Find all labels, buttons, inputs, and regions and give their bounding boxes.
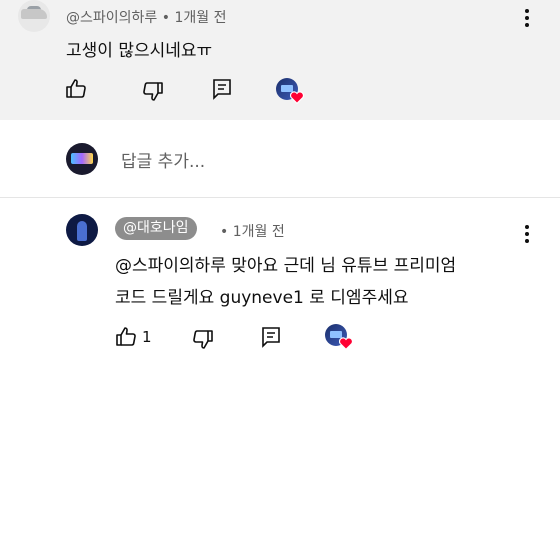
more-options-icon[interactable] (515, 6, 539, 30)
creator-heart-icon (290, 91, 304, 104)
creator-heart-avatar (276, 78, 304, 104)
reply-more-options-icon[interactable] (515, 222, 539, 246)
top-comment-meta: @스파이의하루 • 1개월 전 (66, 10, 227, 26)
reply-author-avatar[interactable] (66, 214, 98, 246)
reply-like-count: 1 (142, 328, 152, 346)
reply-meta: • 1개월 전 (220, 224, 285, 240)
reply-input[interactable]: 답글 추가... (121, 147, 205, 172)
top-comment-time: 1개월 전 (174, 10, 227, 26)
car-icon (21, 9, 47, 19)
reply-reply-comment-icon[interactable] (259, 325, 283, 349)
divider (0, 197, 560, 198)
thumb-up-icon[interactable] (64, 77, 88, 101)
reply-thumb-down-icon[interactable] (191, 327, 215, 351)
current-user-avatar (66, 143, 98, 175)
game-icon (71, 153, 93, 164)
reply-author-handle[interactable]: @대호나임 (115, 217, 197, 240)
person-icon (77, 221, 87, 241)
top-comment: @스파이의하루 • 1개월 전 고생이 많으시네요ㅠ (0, 0, 560, 120)
reply-thumb-up-icon[interactable] (114, 325, 138, 349)
top-comment-avatar[interactable] (18, 0, 50, 32)
reply-comment-icon[interactable] (210, 77, 234, 101)
reply-text-line-2: 코드 드릴게요 guyneve1 로 디엠주세요 (115, 288, 409, 308)
reply-time: 1개월 전 (232, 224, 285, 240)
thumb-down-icon[interactable] (141, 79, 165, 103)
top-comment-author[interactable]: @스파이의하루 (66, 10, 157, 26)
reply-creator-heart-icon (339, 337, 353, 350)
reply-text-line-1: @스파이의하루 맞아요 근데 님 유튜브 프리미엄 (115, 256, 457, 276)
top-comment-text: 고생이 많으시네요ㅠ (66, 41, 213, 61)
reply-creator-heart-avatar (325, 324, 353, 350)
